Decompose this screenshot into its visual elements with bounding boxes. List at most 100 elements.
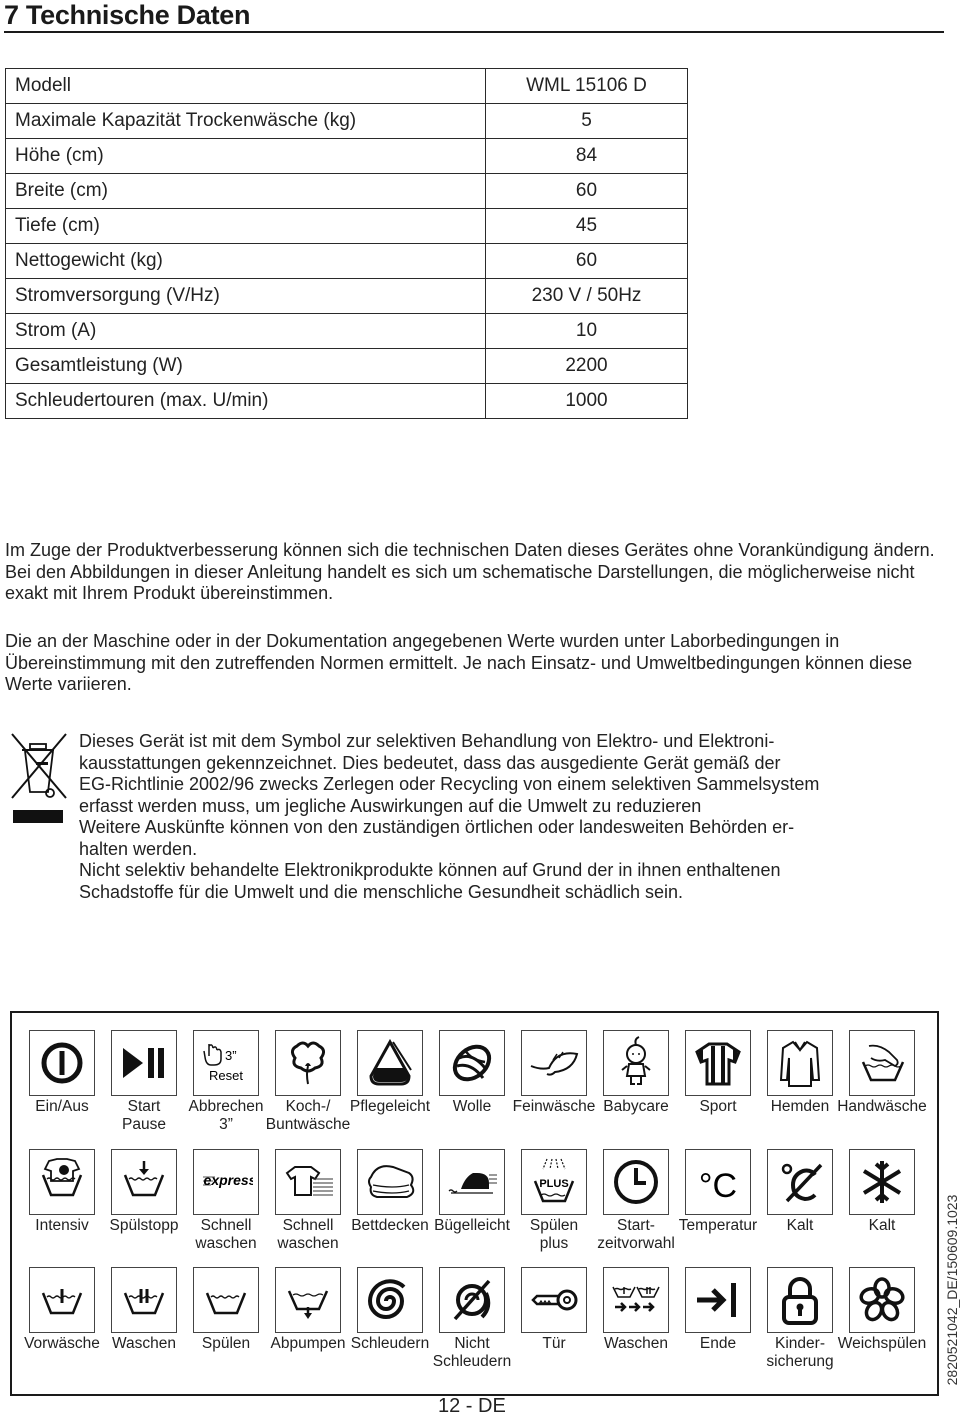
power-icon — [29, 1030, 95, 1096]
spec-value: 84 — [485, 138, 688, 174]
spec-row: Höhe (cm) 84 — [5, 138, 688, 174]
spec-label: Gesamtleistung (W) — [5, 348, 486, 384]
play-pause-icon — [111, 1030, 177, 1096]
legend-item: 3” Reset Abbrechen 3” — [185, 1030, 267, 1134]
spec-row: Strom (A) 10 — [5, 313, 688, 349]
legend-item: Bettdecken — [349, 1149, 431, 1235]
legend-item: PLUS Spülen plus — [513, 1149, 595, 1253]
legend-item: Sport — [677, 1030, 759, 1116]
svg-text:Reset: Reset — [209, 1068, 243, 1083]
svg-text:PLUS: PLUS — [539, 1178, 568, 1190]
svg-text:3”: 3” — [225, 1048, 237, 1063]
prewash-icon — [29, 1267, 95, 1333]
end-icon — [685, 1267, 751, 1333]
legend-item: Spülen — [185, 1267, 267, 1353]
legend-label-line: Schleudern — [432, 1353, 512, 1370]
shirt-icon — [767, 1030, 833, 1096]
temperature-icon: °C — [685, 1149, 751, 1215]
cold-crossed-icon — [767, 1149, 833, 1215]
spec-value: 45 — [485, 208, 688, 244]
spec-table: Modell WML 15106 D Maximale Kapazität Troc… — [5, 68, 688, 419]
snowflake-icon — [849, 1149, 915, 1215]
wash-sequence-icon — [603, 1267, 669, 1333]
express-icon: express — [193, 1149, 259, 1215]
legend-item: Weichspülen — [838, 1267, 926, 1353]
weee-text-line: erfasst werden muss, um jegliche Auswirk… — [79, 795, 702, 816]
legend-label-line: waschen — [277, 1235, 339, 1252]
legend-item: express Schnell waschen — [185, 1149, 267, 1253]
spec-label: Breite (cm) — [5, 173, 486, 209]
spec-row: Breite (cm) 60 — [5, 173, 688, 209]
spec-label: Stromversorgung (V/Hz) — [5, 278, 486, 314]
drain-icon — [275, 1267, 341, 1333]
crossed-out-wheelie-bin-icon — [11, 733, 67, 823]
legend-item: Handwäsche — [837, 1030, 927, 1116]
spec-value: 60 — [485, 243, 688, 279]
weee-text-line: EG-Richtlinie 2002/96 zwecks Zerlegen od… — [79, 774, 820, 794]
legend-item: Start Pause — [103, 1030, 185, 1134]
legend-item: Ein/Aus — [21, 1030, 103, 1116]
legend-item: Intensiv — [21, 1149, 103, 1235]
spec-value: 1000 — [485, 383, 688, 419]
legend-label: Weichspülen — [831, 1335, 933, 1353]
paragraph-lab-conditions: Die an der Maschine oder in der Dokument… — [5, 631, 913, 694]
legend-item: Vorwäsche — [21, 1267, 103, 1353]
legend-item: Tür — [513, 1267, 595, 1353]
spec-label: Schleudertouren (max. U/min) — [5, 383, 486, 419]
weee-text-line: kausstattungen gekennzeichnet. Dies bede… — [79, 752, 781, 773]
legend-item: Kalt — [841, 1149, 923, 1235]
synthetic-icon — [357, 1030, 423, 1096]
legend-item: Waschen — [103, 1267, 185, 1353]
spec-value: 10 — [485, 313, 688, 349]
spec-row: Gesamtleistung (W) 2200 — [5, 348, 688, 384]
legend-item: °C Temperatur — [677, 1149, 759, 1235]
spec-value: WML 15106 D — [485, 68, 688, 104]
quick-wash-shirt-icon — [275, 1149, 341, 1215]
lock-icon — [767, 1267, 833, 1333]
spec-value: 2200 — [485, 348, 688, 384]
intensive-icon — [29, 1149, 95, 1215]
weee-text-line: Schadstoffe für die Umwelt und die mensc… — [79, 881, 684, 902]
spec-label: Höhe (cm) — [5, 138, 486, 174]
iron-icon — [439, 1149, 505, 1215]
feather-icon — [521, 1030, 587, 1096]
legend-label-line: sicherung — [766, 1353, 834, 1370]
title-underline — [4, 31, 944, 33]
spec-row: Maximale Kapazität Trockenwäsche (kg) 5 — [5, 103, 688, 139]
legend-item: Start-zeitvorwahl — [595, 1149, 677, 1253]
weee-text-line: Nicht selektiv behandelte Elektronikprod… — [79, 860, 781, 880]
spec-value: 5 — [485, 103, 688, 139]
spec-row: Modell WML 15106 D — [5, 68, 688, 104]
legend-item: Schnell waschen — [267, 1149, 349, 1253]
spec-value: 60 — [485, 173, 688, 209]
key-icon — [521, 1267, 587, 1333]
spec-value: 230 V / 50Hz — [485, 278, 688, 314]
legend-item: Pflegeleicht — [349, 1030, 431, 1116]
legend-label-line: Buntwäsche — [265, 1116, 351, 1133]
weee-text-line: halten werden. — [79, 838, 198, 859]
legend-label-line: Handwäsche — [837, 1098, 927, 1115]
rinse-plus-icon: PLUS — [521, 1149, 587, 1215]
legend-item: Koch-/Buntwäsche — [266, 1030, 350, 1134]
spec-label: Nettogewicht (kg) — [5, 243, 486, 279]
spec-label: Strom (A) — [5, 313, 486, 349]
weee-text-line: Weitere Auskünfte können von den zuständ… — [79, 817, 795, 837]
hand-reset-icon: 3” Reset — [193, 1030, 259, 1096]
legend-label-line: Kalt — [868, 1217, 896, 1234]
legend-label-line: Weichspülen — [837, 1335, 927, 1352]
legend-item: Bügelleicht — [431, 1149, 513, 1235]
spec-row: Stromversorgung (V/Hz) 230 V / 50Hz — [5, 278, 688, 314]
paragraph-product-improvement: Im Zuge der Produktverbesserung können s… — [5, 540, 935, 603]
legend-label: Handwäsche — [831, 1098, 933, 1116]
legend-item: Spülstopp — [103, 1149, 185, 1235]
rinse-icon — [193, 1267, 259, 1333]
document-code: 2820521042_DE/150609.1023 — [944, 1194, 960, 1386]
sport-shirt-icon — [685, 1030, 751, 1096]
legend-item: Wolle — [431, 1030, 513, 1116]
clock-icon — [603, 1149, 669, 1215]
spec-row: Tiefe (cm) 45 — [5, 208, 688, 244]
legend-label: Kalt — [831, 1217, 933, 1235]
duvet-icon — [357, 1149, 423, 1215]
main-wash-icon — [111, 1267, 177, 1333]
cotton-icon — [275, 1030, 341, 1096]
